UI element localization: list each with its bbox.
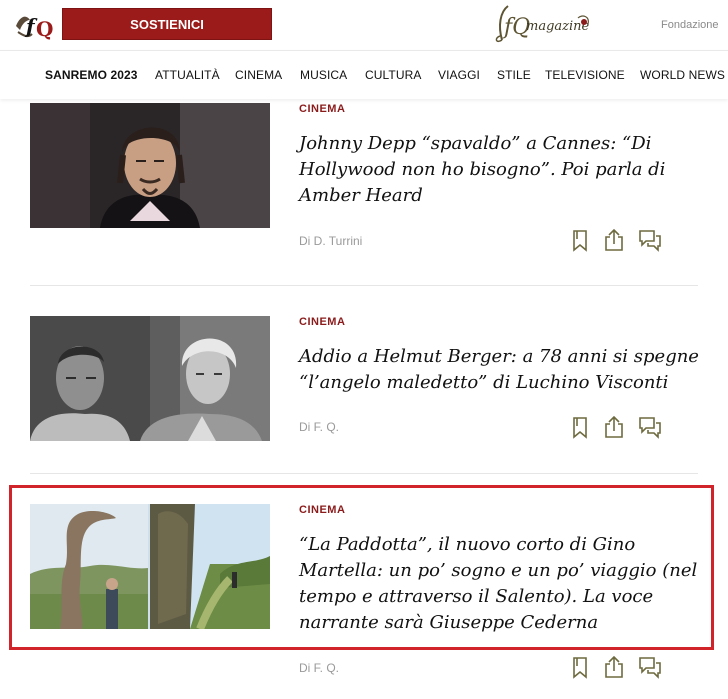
fq-magazine-logo[interactable]: fQ magazine: [490, 0, 600, 48]
share-icon[interactable]: [602, 228, 626, 252]
share-icon[interactable]: [602, 415, 626, 439]
main-navigation: SANREMO 2023 ATTUALITÀ CINEMA MUSICA CUL…: [0, 50, 728, 99]
nav-item-musica[interactable]: MUSICA: [300, 68, 347, 82]
article-title[interactable]: Addio a Helmut Berger: a 78 anni si speg…: [299, 344, 709, 396]
bookmark-icon[interactable]: [568, 228, 592, 252]
article-category[interactable]: CINEMA: [299, 504, 345, 516]
svg-text:magazine: magazine: [526, 19, 590, 34]
support-button[interactable]: SOSTIENICI: [62, 8, 272, 40]
nav-item-world-news[interactable]: WORLD NEWS: [640, 68, 725, 82]
comment-icon[interactable]: [638, 415, 662, 439]
article-thumbnail[interactable]: [30, 316, 270, 441]
article-title[interactable]: Johnny Depp “spavaldo” a Cannes: “Di Hol…: [299, 131, 709, 209]
nav-item-cinema[interactable]: CINEMA: [235, 68, 282, 82]
article-actions: [568, 415, 668, 439]
article-author[interactable]: Di D. Turrini: [299, 234, 362, 248]
nav-item-attualita[interactable]: ATTUALITÀ: [155, 68, 220, 82]
bookmark-icon[interactable]: [568, 655, 592, 679]
bookmark-icon[interactable]: [568, 415, 592, 439]
top-bar: f Q SOSTIENICI fQ magazine Fondazione: [0, 0, 728, 50]
fondazione-link[interactable]: Fondazione: [661, 19, 719, 31]
nav-item-stile[interactable]: STILE: [497, 68, 531, 82]
article-category[interactable]: CINEMA: [299, 316, 345, 328]
divider: [30, 285, 698, 286]
fq-logo[interactable]: f Q: [14, 6, 56, 42]
nav-item-viaggi[interactable]: VIAGGI: [438, 68, 480, 82]
article-author[interactable]: Di F. Q.: [299, 420, 339, 434]
comment-icon[interactable]: [638, 655, 662, 679]
article-title[interactable]: “La Paddotta”, il nuovo corto di Gino Ma…: [299, 532, 709, 636]
nav-item-sanremo-2023[interactable]: SANREMO 2023: [45, 68, 138, 82]
nav-item-televisione[interactable]: TELEVISIONE: [545, 68, 625, 82]
svg-text:Q: Q: [36, 17, 53, 41]
article-thumbnail[interactable]: [30, 504, 270, 629]
comment-icon[interactable]: [638, 228, 662, 252]
article-category[interactable]: CINEMA: [299, 103, 345, 115]
article-actions: [568, 655, 668, 679]
share-icon[interactable]: [602, 655, 626, 679]
article-author[interactable]: Di F. Q.: [299, 661, 339, 675]
nav-item-cultura[interactable]: CULTURA: [365, 68, 421, 82]
divider: [30, 473, 698, 474]
article-actions: [568, 228, 668, 252]
article-thumbnail[interactable]: [30, 103, 270, 228]
